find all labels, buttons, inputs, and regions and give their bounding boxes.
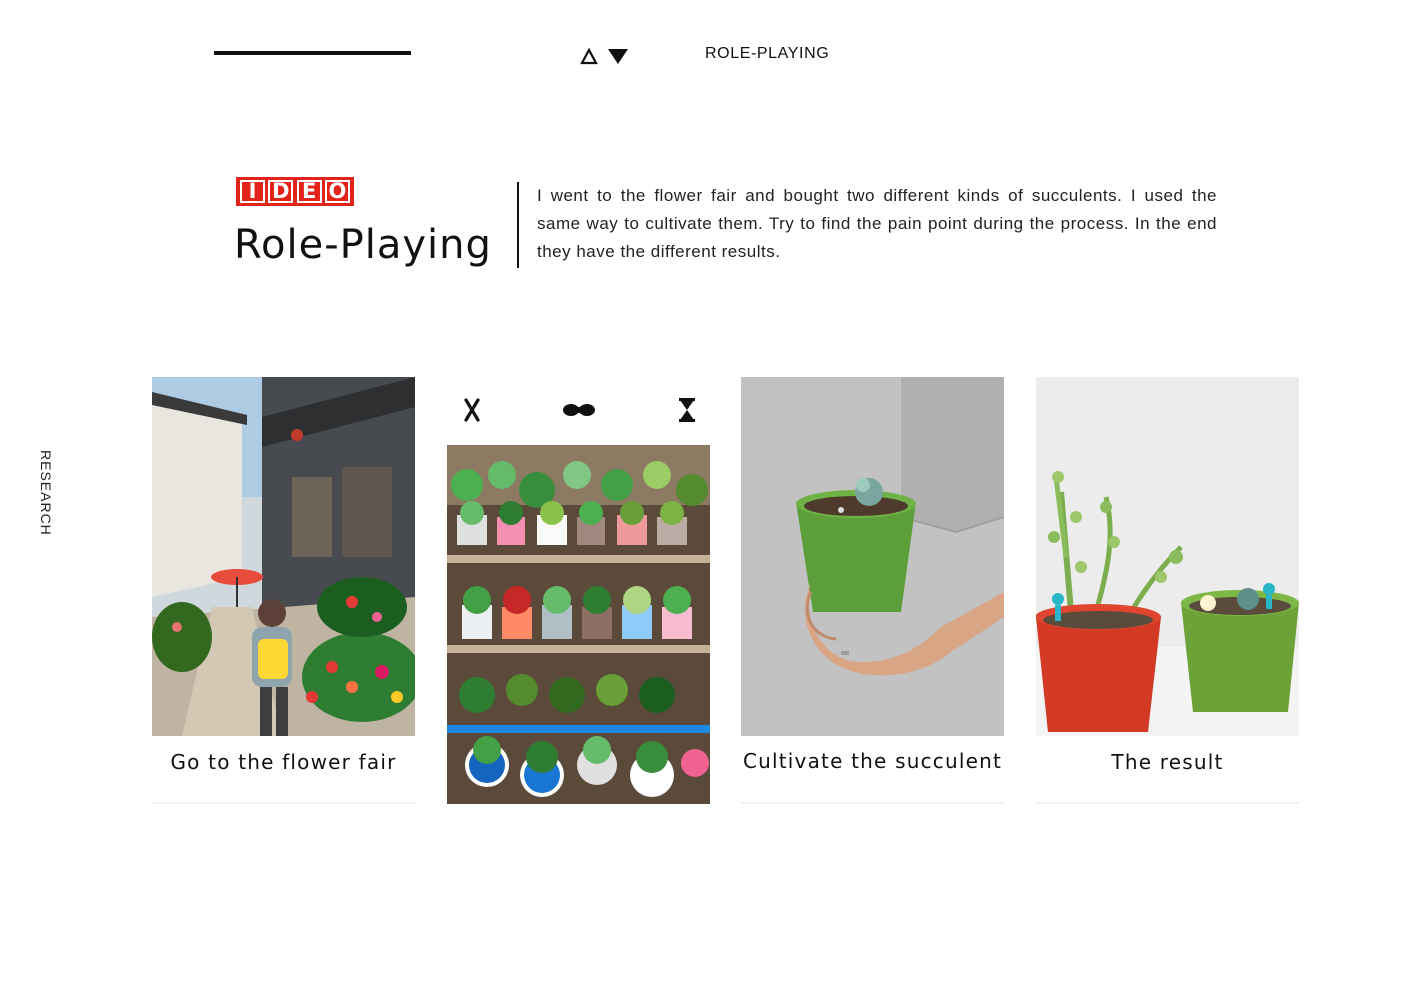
card-caption: The result	[1111, 750, 1224, 774]
nav-arrows[interactable]	[580, 46, 630, 66]
ideo-logo: I D E O	[236, 177, 354, 206]
card-caption: Cultivate the succulent	[742, 749, 1003, 773]
card-caption: Go to the flower fair	[170, 750, 397, 774]
card-result[interactable]: The result	[1036, 377, 1299, 804]
side-section-label: RESEARCH	[38, 450, 54, 536]
card-cultivate[interactable]: Cultivate the succulent	[741, 377, 1004, 804]
page-title: Role-Playing	[234, 222, 492, 268]
succulent-market-stall-photo	[447, 445, 710, 804]
card-icon-strip	[447, 377, 710, 445]
logo-letter: E	[296, 180, 322, 203]
logo-letter: O	[324, 180, 350, 203]
cross-icon	[464, 398, 480, 422]
card-base-line	[1036, 802, 1299, 804]
card-flower-fair[interactable]: Go to the flower fair	[152, 377, 415, 804]
street-flower-fair-photo	[152, 377, 415, 736]
card-base-line	[152, 802, 415, 804]
section-tag: ROLE-PLAYING	[705, 45, 830, 62]
vertical-divider	[517, 182, 519, 268]
triangle-up-outline-icon[interactable]	[580, 47, 598, 65]
intro-description: I went to the flower fair and bought two…	[537, 186, 1217, 261]
top-rule	[214, 51, 411, 55]
hourglass-icon	[679, 398, 695, 422]
hand-holding-green-pot-photo	[741, 377, 1004, 736]
card-base-line	[741, 802, 1004, 804]
two-potted-succulents-photo	[1036, 377, 1299, 736]
card-market-stall[interactable]	[447, 377, 710, 804]
logo-letter: D	[268, 180, 294, 203]
triangle-down-filled-icon[interactable]	[608, 49, 628, 64]
logo-letter: I	[240, 180, 265, 203]
infinity-icon	[563, 404, 595, 416]
